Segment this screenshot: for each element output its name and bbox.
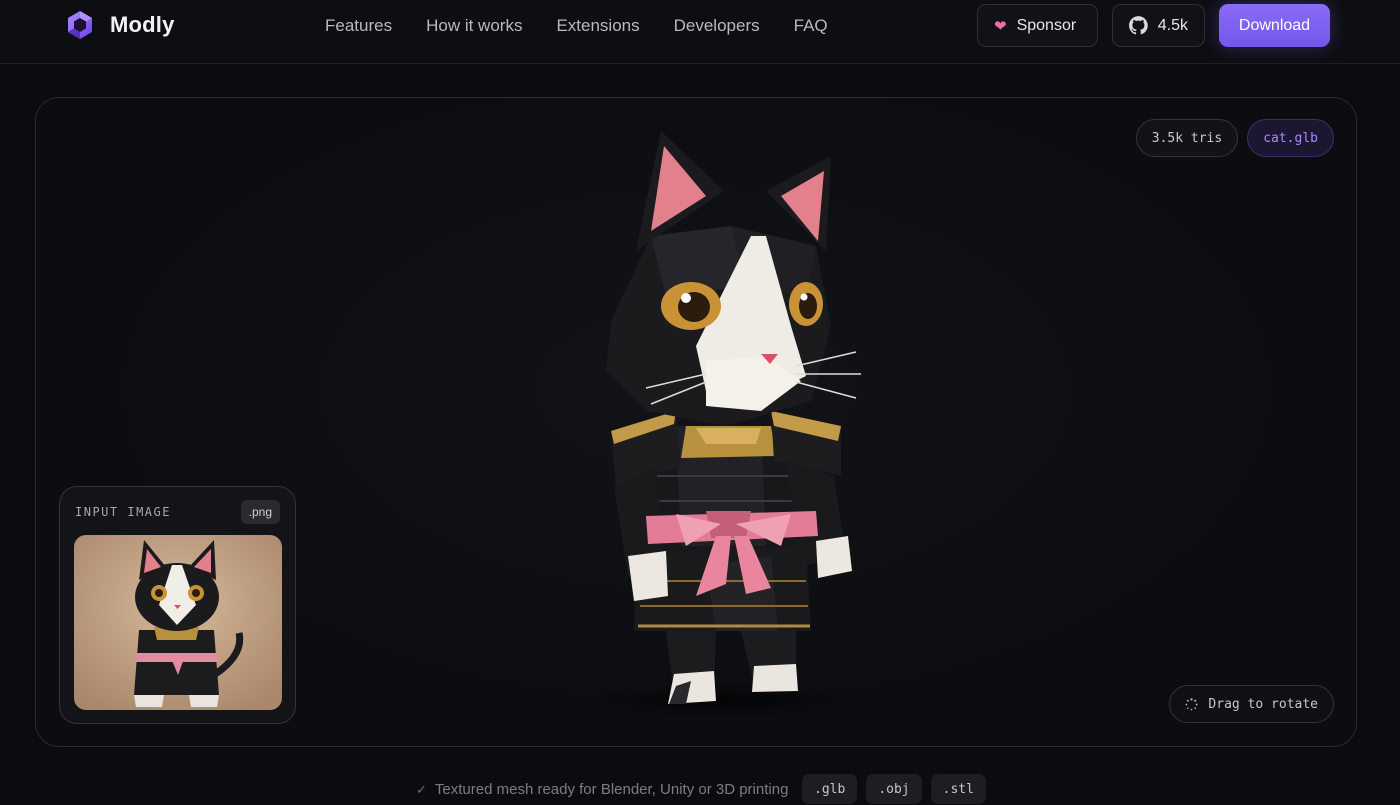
file-extension-tag: .png [240,500,280,524]
triangle-count-badge: 3.5k tris [1135,119,1239,157]
model-badges: 3.5k tris cat.glb [1135,119,1334,157]
drag-to-rotate-hint: Drag to rotate [1169,685,1334,723]
export-info-strip: ✓ Textured mesh ready for Blender, Unity… [0,774,1400,805]
input-image-label: INPUT IMAGE [75,505,171,519]
loading-spinner-icon [1185,697,1198,710]
samurai-cat-photo [74,535,282,710]
nav-item-how-it-works[interactable]: How it works [426,14,522,38]
top-navigation-bar: Modly Features How it works Extensions D… [0,0,1400,64]
github-stars-button[interactable]: 4.5k [1112,4,1205,47]
sponsor-label: Sponsor [1016,16,1077,34]
drag-to-rotate-label: Drag to rotate [1208,696,1318,712]
main-nav: Features How it works Extensions Develop… [325,14,828,38]
nav-item-faq[interactable]: FAQ [794,14,828,38]
sponsor-button[interactable]: ❤ Sponsor [977,4,1098,47]
github-icon [1129,16,1148,35]
format-tag-glb: .glb [802,774,858,804]
export-formats: .glb .obj .stl [802,774,986,804]
nav-item-developers[interactable]: Developers [674,14,760,38]
heart-icon: ❤ [994,17,1007,35]
model-viewer[interactable]: 3.5k tris cat.glb Drag to rotate INPUT I… [35,97,1357,747]
samurai-cat-3d-model[interactable] [556,126,876,726]
ready-message: ✓ Textured mesh ready for Blender, Unity… [416,781,788,798]
hexagon-logo-icon [68,11,92,39]
format-tag-stl: .stl [930,774,986,804]
file-name-badge: cat.glb [1247,119,1334,157]
check-icon: ✓ [416,781,427,797]
ready-text: Textured mesh ready for Blender, Unity o… [434,781,789,798]
header-actions: ❤ Sponsor 4.5k Download [977,4,1330,47]
nav-item-extensions[interactable]: Extensions [556,14,639,38]
input-image-thumbnail[interactable] [74,535,282,710]
input-image-card: INPUT IMAGE .png [59,486,296,724]
github-stars-count: 4.5k [1157,16,1188,34]
nav-item-features[interactable]: Features [325,14,392,38]
download-button[interactable]: Download [1219,4,1330,47]
brand-name: Modly [110,12,175,37]
brand[interactable]: Modly [64,8,175,42]
format-tag-obj: .obj [866,774,922,804]
